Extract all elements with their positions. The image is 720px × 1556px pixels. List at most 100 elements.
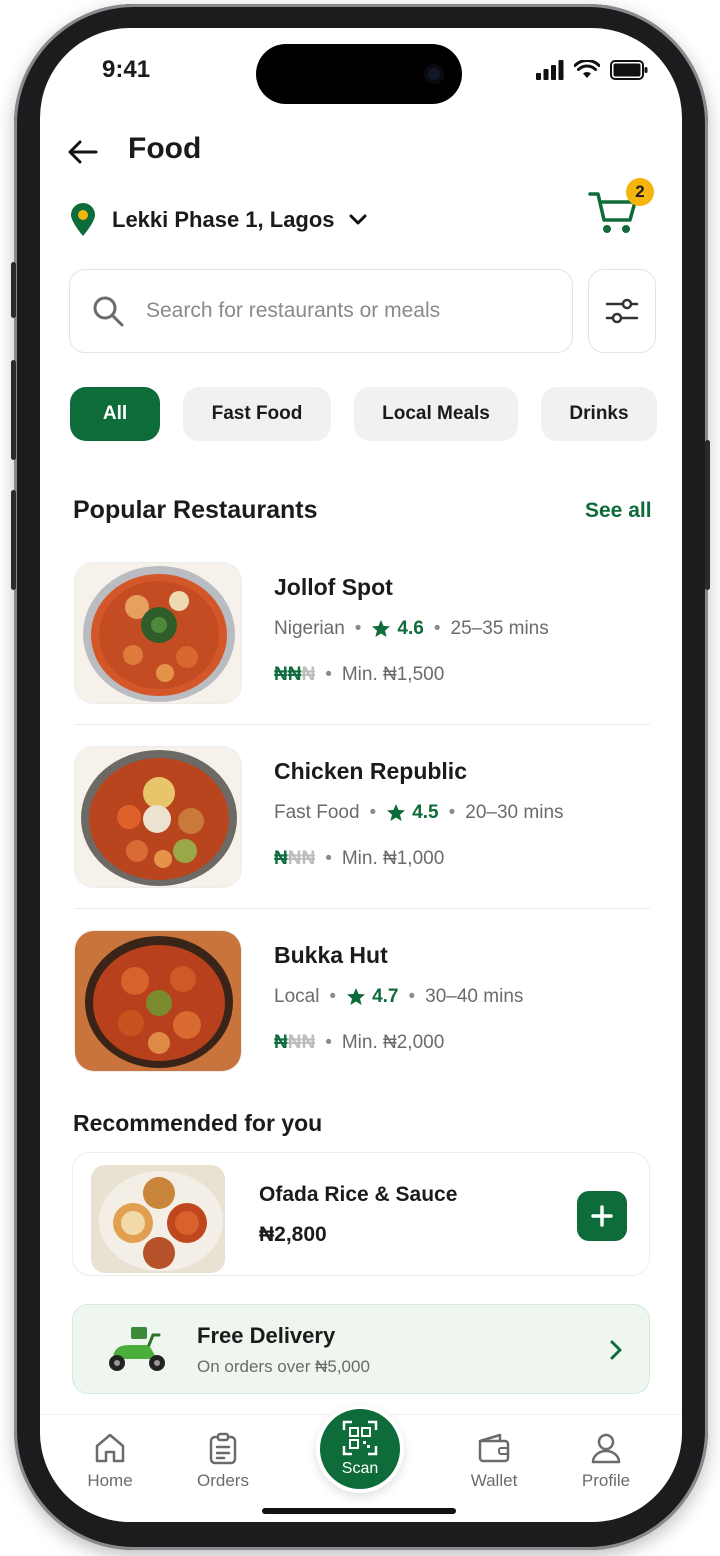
chip-drinks[interactable]: Drinks (541, 387, 657, 441)
page-title: Food (128, 132, 202, 165)
back-button[interactable] (68, 136, 104, 168)
chip-all[interactable]: All (70, 387, 160, 441)
search-icon (93, 296, 124, 327)
chevron-right-icon (610, 1340, 622, 1360)
map-pin-icon (71, 203, 95, 236)
star-icon (387, 804, 406, 821)
app-screen: 9:41 Food Lekki Phase 1, Lagos 2 Search … (40, 28, 682, 1522)
min-order: Min. ₦1,000 (341, 848, 445, 869)
search-placeholder: Search for restaurants or meals (146, 299, 441, 322)
location-selector[interactable]: Lekki Phase 1, Lagos (68, 200, 367, 240)
status-time: 9:41 (102, 56, 151, 83)
restaurant-meta: Fast Food • 4.5 • 20–30 mins (274, 802, 564, 824)
chip-fast-food[interactable]: Fast Food (183, 387, 331, 441)
separator-dot: • (354, 618, 362, 639)
separator-dot: • (325, 664, 332, 685)
restaurant-price: ₦₦₦ • Min. ₦1,500 (274, 664, 444, 686)
rating-value: 4.5 (412, 802, 439, 823)
side-button-volume-down (11, 490, 16, 590)
restaurant-card[interactable]: Bukka Hut Local • 4.7 • 30–40 mins ₦₦₦ •… (74, 930, 650, 1078)
side-button-volume-up (11, 360, 16, 460)
see-all-link[interactable]: See all (585, 499, 652, 523)
restaurant-cuisine: Local (274, 986, 320, 1007)
tab-profile[interactable]: Profile (556, 1431, 656, 1491)
price-tier-active: ₦ (274, 848, 288, 869)
scan-button[interactable]: Scan (316, 1405, 404, 1493)
home-icon (95, 1433, 125, 1463)
tab-wallet-label: Wallet (470, 1471, 518, 1490)
tab-orders[interactable]: Orders (173, 1431, 273, 1491)
price-tier-inactive: ₦₦ (287, 848, 316, 869)
tab-home[interactable]: Home (60, 1431, 160, 1491)
clipboard-icon (209, 1432, 237, 1465)
cart-count-badge: 2 (626, 178, 654, 206)
price-tier: ₦₦₦ (274, 848, 315, 870)
divider (74, 908, 650, 909)
chip-local-meals[interactable]: Local Meals (354, 387, 518, 441)
restaurant-card[interactable]: Chicken Republic Fast Food • 4.5 • 20–30… (74, 746, 650, 894)
chevron-down-icon (349, 214, 367, 225)
promo-title: Free Delivery (197, 1323, 336, 1348)
restaurant-meta: Nigerian • 4.6 • 25–35 mins (274, 618, 549, 640)
restaurant-price: ₦₦₦ • Min. ₦1,000 (274, 848, 444, 870)
tab-profile-label: Profile (581, 1471, 631, 1490)
filter-button[interactable] (588, 269, 656, 353)
battery-icon (610, 60, 648, 80)
restaurant-image (74, 746, 242, 888)
separator-dot: • (329, 986, 337, 1007)
restaurant-meta: Local • 4.7 • 30–40 mins (274, 986, 523, 1008)
tab-orders-label: Orders (197, 1471, 249, 1490)
restaurant-rating: 4.5 (386, 802, 439, 824)
recommended-item-card[interactable]: Ofada Rice & Sauce ₦2,800 (72, 1152, 650, 1276)
restaurant-image (74, 562, 242, 704)
price-tier-active: ₦ (274, 1032, 288, 1053)
rating-value: 4.7 (372, 986, 399, 1007)
sliders-icon (605, 298, 639, 324)
category-chips: All Fast Food Local Meals Drinks (70, 387, 657, 441)
restaurant-name: Jollof Spot (274, 574, 393, 600)
cart-button[interactable]: 2 (588, 178, 654, 234)
restaurant-rating: 4.6 (371, 618, 424, 640)
delivery-time: 25–35 mins (450, 618, 549, 639)
price-tier-inactive: ₦ (301, 664, 316, 685)
price-tier: ₦₦₦ (274, 1032, 315, 1054)
restaurant-name: Chicken Republic (274, 758, 467, 784)
signal-icon (536, 60, 564, 80)
price-tier-active: ₦₦ (274, 664, 302, 685)
recommended-title: Recommended for you (73, 1110, 323, 1136)
tab-wallet[interactable]: Wallet (444, 1431, 544, 1491)
restaurant-cuisine: Fast Food (274, 802, 360, 823)
delivery-time: 30–40 mins (425, 986, 524, 1007)
tab-home-label: Home (87, 1471, 133, 1490)
delivery-time: 20–30 mins (465, 802, 564, 823)
separator-dot: • (448, 802, 456, 823)
side-button-power (705, 440, 710, 590)
status-icons (536, 60, 648, 80)
user-icon (591, 1433, 621, 1464)
home-indicator (262, 1508, 456, 1514)
price-tier-inactive: ₦₦ (287, 1032, 316, 1053)
restaurant-cuisine: Nigerian (274, 618, 345, 639)
recommended-item-name: Ofada Rice & Sauce (259, 1183, 458, 1206)
wallet-icon (478, 1433, 510, 1463)
star-icon (347, 988, 366, 1005)
dynamic-island (256, 44, 462, 104)
bottom-tab-bar: Home Orders Scan Wallet Profile (40, 1405, 682, 1522)
restaurant-rating: 4.7 (346, 986, 399, 1008)
rating-value: 4.6 (397, 618, 424, 639)
add-to-cart-button[interactable] (577, 1191, 627, 1241)
qr-scan-icon (342, 1420, 378, 1456)
free-delivery-banner[interactable]: Free Delivery On orders over ₦5,000 (72, 1304, 650, 1394)
search-input[interactable]: Search for restaurants or meals (69, 269, 573, 353)
restaurant-image (74, 930, 242, 1072)
restaurant-card[interactable]: Jollof Spot Nigerian • 4.6 • 25–35 mins … (74, 562, 650, 710)
price-tier: ₦₦₦ (274, 664, 315, 686)
restaurant-name: Bukka Hut (274, 942, 388, 968)
recommended-item-price: ₦2,800 (259, 1223, 327, 1246)
separator-dot: • (325, 848, 332, 869)
arrow-left-icon (68, 140, 98, 164)
min-order: Min. ₦2,000 (341, 1032, 445, 1053)
separator-dot: • (325, 1032, 332, 1053)
scan-label: Scan (341, 1460, 379, 1477)
separator-dot: • (433, 618, 441, 639)
